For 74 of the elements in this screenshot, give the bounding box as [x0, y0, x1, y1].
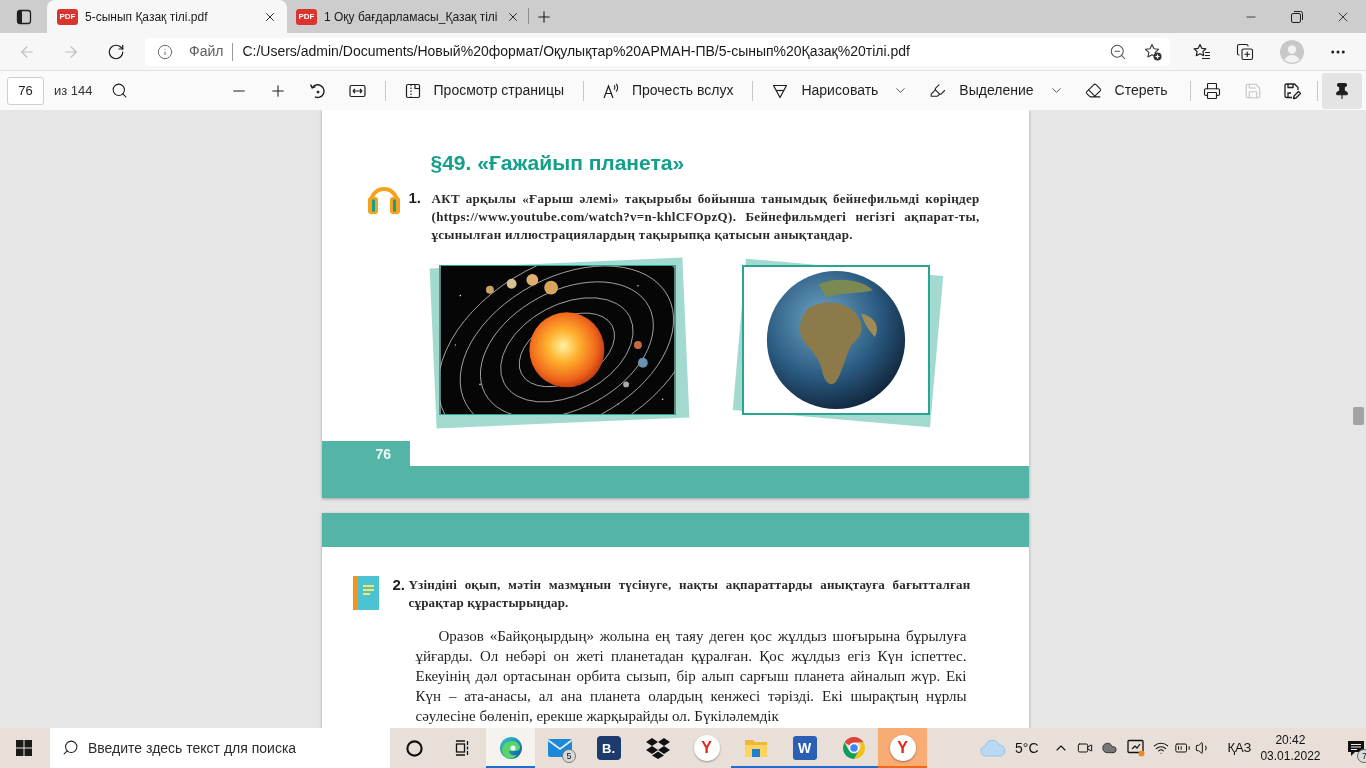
section-heading: §49. «Ғажайып планета»	[430, 150, 686, 176]
highlighter-icon	[929, 82, 947, 99]
zoom-out-icon[interactable]	[1109, 42, 1127, 61]
page-number: 76	[375, 446, 392, 462]
monitor-icon[interactable]	[1126, 739, 1145, 757]
search-icon[interactable]	[110, 82, 128, 99]
ring-icon[interactable]	[405, 739, 423, 757]
count-badge: 5	[562, 749, 576, 763]
eraser-icon	[1084, 82, 1102, 99]
browser-tab[interactable]: PDF 5-сынып Қазақ тілі.pdf	[47, 0, 287, 33]
cloud-icon	[980, 739, 1006, 757]
task-number: 1.	[408, 189, 422, 207]
task-view-icon[interactable]	[453, 740, 471, 756]
diamond-boxes-icon	[645, 737, 670, 759]
toolbar-tool-button[interactable]: Прочесть вслух	[603, 80, 734, 101]
url-text: C:/Users/admin/Documents/Новый%20формат/Оқулықтар%20АРМАН-ПВ/5-сынып%20Қазақ%20тілі.pdf	[242, 42, 910, 61]
browser-tab[interactable]: PDF 1 Оқу бағдарламасы_Қазақ тілі	[289, 0, 528, 33]
folder-icon	[743, 737, 768, 759]
browser-swirl-icon	[498, 736, 523, 760]
taskbar-search-field[interactable]: Введите здесь текст для поиска	[50, 728, 390, 768]
letter-logo: B.	[596, 736, 621, 760]
taskbar-app[interactable]: W	[780, 728, 829, 768]
camera-icon[interactable]	[1076, 740, 1093, 756]
task-text: Үзіндіні оқып, мәтін мазмұнын түсінуге, нақты ақпараттарды анықтауға бағытталған сұрақтар құрастырыңдар.	[408, 576, 971, 612]
toolbar-tool-button[interactable]: Стереть	[1084, 80, 1168, 101]
task-number: 2.	[392, 576, 406, 594]
tricolor-circle-icon	[841, 736, 866, 760]
info-icon[interactable]	[157, 43, 173, 60]
book-icon	[352, 576, 379, 610]
file-type-badge: PDF	[296, 8, 317, 25]
save-as-icon[interactable]	[1282, 81, 1301, 100]
fit-width-icon[interactable]	[348, 82, 366, 99]
read-aloud-icon	[603, 82, 619, 99]
reading-passage: Оразов «Байқоңырдың» жолына ең таяу деген қос жұлдыз шоғырына бұрылуға ұйғарды. Ол небәрі он жеті планетадан құралған. Қос жұлдыз егіз Күн іспеттес. Екеуінің дәл ортасынан орбита сызып, бір алып сарғыш планета айналып жүр. Екі Күн – ата-анасы, ал ана планета олардың кенжесі тәрізді. Екі шырақтың нұрлы сәулесіне бөленіп, ерекше жарқырайды ол. Бүкіләлемдік	[415, 627, 967, 726]
clock[interactable]: 20:42 03.01.2022	[1259, 732, 1322, 764]
search-icon	[62, 739, 79, 756]
print-icon[interactable]	[1202, 81, 1221, 100]
speech-bubble-icon	[1347, 739, 1366, 757]
cloud-icon[interactable]	[1100, 740, 1118, 756]
taskbar-app[interactable]: B.	[584, 728, 633, 768]
envelope-icon	[546, 737, 573, 759]
wifi-icon[interactable]	[1152, 740, 1169, 756]
address-bar[interactable]: Файл C:/Users/admin/Documents/Новый%20формат/Оқулықтар%20АРМАН-ПВ/5-сынып%20Қазақ%20тілі.pdf	[145, 37, 1170, 66]
tab-actions-icon[interactable]	[15, 8, 32, 25]
scrollbar-thumb[interactable]	[1352, 407, 1364, 425]
toolbar-tool-button[interactable]: Выделение	[929, 80, 1064, 101]
task-text: АКТ арқылы «Ғарыш әлемі» тақырыбы бойынша танымдық бейнефильмді көріңдер (https://www.youtube.com/watch?v=n-khlCFOpzQ). Бейнефильмдегі негізгі ақпарат-ты, ұсынылған иллюстрациялардың тақырыпқа қатысын анықтаңдар.	[431, 190, 980, 244]
taskbar-app[interactable]: Y	[682, 728, 731, 768]
weather-widget[interactable]: 5°C	[980, 737, 1039, 759]
pin-button[interactable]	[1321, 72, 1362, 109]
rotate-icon[interactable]	[308, 82, 326, 99]
start-icon[interactable]	[16, 740, 32, 756]
letter-logo: W	[792, 736, 817, 760]
toolbar-tool-button[interactable]: Нарисовать	[772, 80, 909, 101]
page-number-field[interactable]: 76	[7, 76, 44, 105]
file-scheme-label: Файл	[189, 42, 224, 61]
pen-tip-icon	[772, 82, 789, 99]
count-badge: 7	[1357, 749, 1366, 763]
battery-icon[interactable]	[1173, 740, 1191, 756]
collections-icon[interactable]	[1236, 42, 1254, 61]
taskbar-app[interactable]: 5	[535, 728, 584, 768]
letter-logo: Y	[693, 735, 720, 761]
refresh-icon[interactable]	[107, 42, 125, 61]
favorites-list-icon[interactable]	[1193, 42, 1211, 61]
file-type-badge: PDF	[57, 8, 78, 25]
notifications-button[interactable]: 7	[1341, 728, 1366, 768]
language-indicator[interactable]: ҚАЗ	[1227, 738, 1252, 758]
toolbar-tool-button[interactable]: Просмотр страницы	[404, 80, 564, 101]
page-count-label: из 144	[54, 81, 93, 100]
letter-logo: Y	[889, 735, 916, 761]
add-favorite-icon[interactable]	[1144, 42, 1162, 61]
taskbar-app[interactable]: Y	[878, 728, 927, 768]
restore-icon[interactable]	[1291, 10, 1303, 23]
page-view-icon	[404, 82, 421, 99]
